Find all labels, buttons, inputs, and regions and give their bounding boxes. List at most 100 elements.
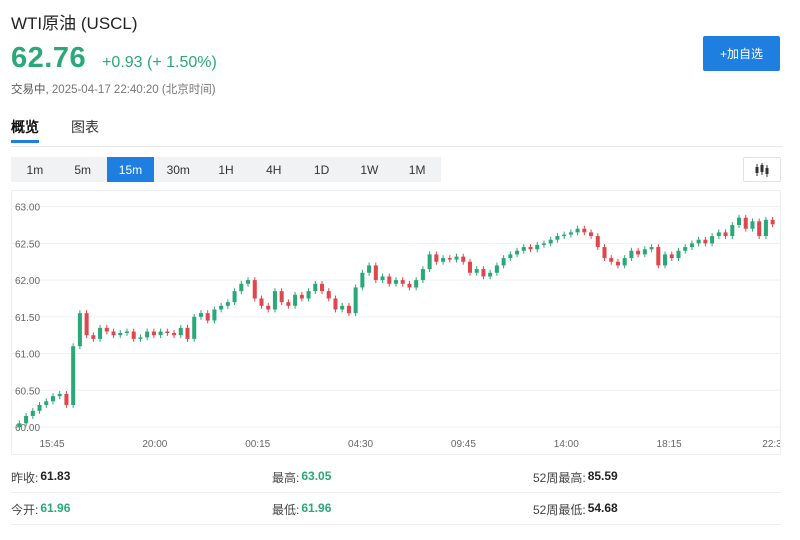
timeframe-15m[interactable]: 15m [106,157,155,182]
candle-body [703,239,708,244]
candle-body [393,280,399,284]
candle-body [669,254,674,259]
candle-body [750,221,755,229]
candle-body [373,265,378,281]
price-change: +0.93 (+ 1.50%) [102,54,217,71]
candle-body [400,280,405,284]
candle-body [24,415,29,424]
candle-body [582,228,587,233]
stat-high: 最高: 63.05 [272,469,533,486]
candle-body [299,294,304,299]
timeframe-4h[interactable]: 4H [250,157,298,182]
candle-body [515,250,520,255]
stat-open: 今开: 61.96 [11,501,272,518]
candle-body [64,393,69,405]
y-tick-label: 62.50 [15,239,40,250]
timeframe-1w[interactable]: 1W [345,157,393,182]
timeframe-5m[interactable]: 5m [59,157,107,182]
stat-value: 85.59 [587,469,618,483]
candle-body [185,327,190,339]
chart-type-button[interactable] [743,157,781,182]
x-tick-label: 14:00 [554,439,579,450]
candle-body [124,331,129,334]
candle-body [763,219,768,237]
candle-body [118,332,123,336]
candle-body [414,280,419,288]
candle-body [488,272,493,277]
timeframe-1d[interactable]: 1D [298,157,346,182]
timeframe-1h[interactable]: 1H [202,157,250,182]
candle-body [595,236,600,248]
x-tick-label: 18:15 [657,439,682,450]
stat-label: 今开: [11,503,39,517]
timeframe-30m[interactable]: 30m [154,157,202,182]
candle-body [131,331,136,339]
candle-body [663,254,668,266]
tab-overview[interactable]: 概览 [11,117,39,143]
candle-body [474,269,479,273]
candle-body [716,232,721,237]
candle-body [353,287,358,314]
candle-body [320,283,325,292]
candle-body [138,337,143,339]
status-time: 2025-04-17 22:40:20 (北京时间) [48,84,216,96]
add-to-watchlist-button[interactable]: +加自选 [703,36,780,71]
candle-body [609,258,614,262]
candle-body [50,396,56,402]
candle-body [689,243,694,248]
trading-status: 交易中, 2025-04-17 22:40:20 (北京时间) [11,81,216,97]
candle-body [696,239,701,244]
candle-body [272,291,277,310]
price-row: 62.76 +0.93 (+ 1.50%) [11,42,217,75]
tabs-divider [11,146,783,147]
candle-body [77,313,82,347]
candle-body [246,280,251,284]
candle-body [427,254,432,270]
candle-body [494,265,499,273]
candle-body [104,327,109,332]
candle-body [575,228,580,233]
candle-body [151,331,156,336]
last-price: 62.76 [11,42,87,74]
candle-body [178,327,183,336]
candle-body [508,254,513,259]
candle-body [198,313,203,317]
candle-body [521,247,526,251]
candle-body [225,302,230,306]
candle-body [71,346,76,405]
candle-body [649,247,654,250]
stat-value: 54.68 [587,501,618,515]
candle-body [286,302,291,306]
candle-body [205,313,210,321]
stat-value: 61.96 [40,501,71,515]
candle-body [642,249,647,255]
x-tick-label: 20:00 [142,439,167,450]
candle-body [145,331,150,338]
candle-body [629,250,634,259]
candle-body [481,269,486,277]
candle-body [723,232,728,237]
candle-body [165,331,170,334]
stat-value: 61.96 [301,501,332,515]
candle-body [239,283,244,292]
candle-body [683,247,688,251]
candle-body [313,283,318,292]
candle-body [730,225,735,237]
tab-chart[interactable]: 图表 [71,117,99,143]
candle-body [467,261,472,273]
candle-body [434,254,439,262]
candle-body [589,232,594,237]
timeframe-1mo[interactable]: 1M [393,157,441,182]
price-chart[interactable]: 63.00 62.50 62.00 61.50 61.00 60.50 60.00 15:45… [11,190,782,455]
candle-body [91,335,96,339]
y-tick-label: 63.00 [15,203,40,214]
timeframe-1m[interactable]: 1m [11,157,59,182]
stats-row: 昨收: 61.83 最高: 63.05 52周最高: 85.59 [11,463,781,493]
candle-body [380,276,385,281]
candle-body [37,404,42,411]
candle-body [306,291,311,299]
stat-label: 52周最低: [533,503,586,517]
candle-body [454,256,459,260]
candle-body [562,234,567,237]
candle-body [535,244,540,250]
